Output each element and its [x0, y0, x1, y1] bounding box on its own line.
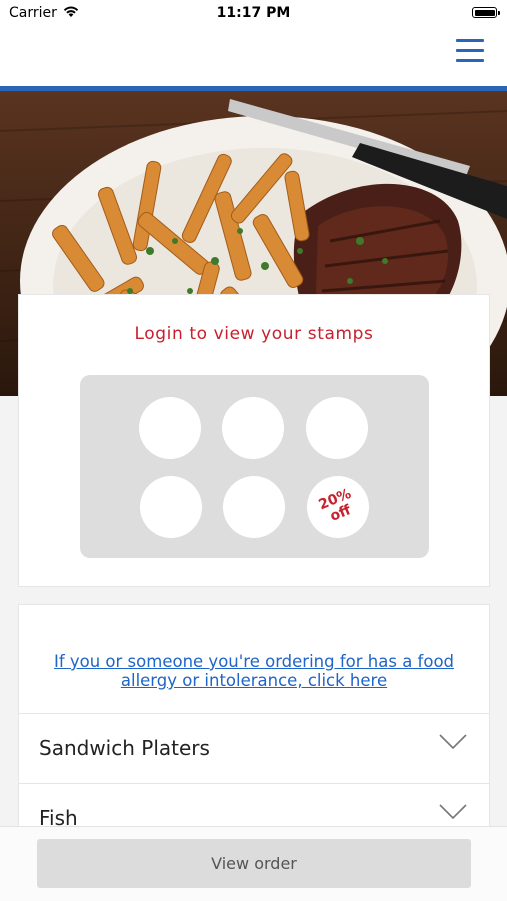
category-sandwich-platers[interactable]: Sandwich Platers — [18, 714, 490, 784]
stamp-slot-5 — [223, 476, 285, 538]
allergy-info-card: If you or someone you're ordering for ha… — [18, 604, 490, 714]
bottom-action-bar: View order — [0, 826, 507, 901]
status-bar: Carrier 11:17 PM — [0, 0, 507, 28]
view-order-button[interactable]: View order — [37, 839, 471, 888]
status-time: 11:17 PM — [216, 5, 291, 21]
stamp-slot-2 — [222, 397, 284, 459]
hamburger-menu-icon[interactable] — [456, 39, 484, 63]
stamp-slot-1 — [139, 397, 201, 459]
category-label: Sandwich Platers — [39, 736, 210, 760]
stamp-login-prompt[interactable]: Login to view your stamps — [19, 324, 489, 344]
battery-icon — [472, 7, 500, 18]
stamp-reward-label: 20% off — [316, 485, 354, 525]
chevron-down-icon — [439, 734, 467, 750]
chevron-down-icon — [439, 804, 467, 820]
loyalty-stamp-card[interactable]: Login to view your stamps 20% off — [18, 294, 490, 587]
stamp-slot-3 — [306, 397, 368, 459]
allergy-info-link[interactable]: If you or someone you're ordering for ha… — [39, 652, 469, 690]
stamp-slot-reward: 20% off — [307, 476, 369, 538]
app-header — [0, 28, 507, 91]
stamp-slot-4 — [140, 476, 202, 538]
stamp-grid: 20% off — [80, 375, 429, 558]
